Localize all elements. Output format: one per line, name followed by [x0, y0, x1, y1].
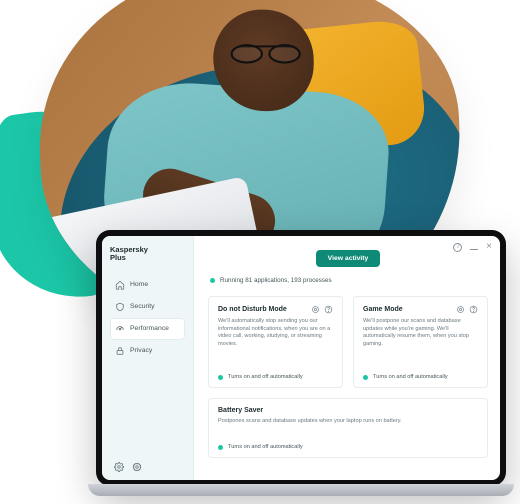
main-panel: × View activity Running 81 applications,…	[194, 236, 500, 480]
status-dot-icon	[210, 278, 215, 283]
support-icon[interactable]	[132, 462, 142, 472]
sidebar-item-performance[interactable]: Performance	[110, 318, 185, 340]
help-icon[interactable]	[324, 305, 333, 314]
sidebar-footer	[110, 458, 185, 474]
view-activity-button[interactable]: View activity	[316, 250, 381, 267]
brand: Kaspersky Plus	[110, 246, 185, 262]
sidebar-item-privacy[interactable]: Privacy	[110, 340, 185, 362]
card-title: Game Mode	[363, 306, 403, 313]
status-dot-icon	[218, 375, 223, 380]
card-title: Do not Disturb Mode	[218, 306, 287, 313]
gear-icon[interactable]	[311, 305, 320, 314]
laptop-base	[88, 484, 514, 496]
minimize-icon[interactable]	[470, 249, 478, 250]
card-footnote: Turns on and off automatically	[228, 444, 303, 450]
card-do-not-disturb[interactable]: Do not Disturb Mode We'll automatically	[208, 296, 343, 388]
card-battery-saver[interactable]: Battery Saver Postpones scans and databa…	[208, 398, 488, 458]
sidebar-nav: Home Security Performance	[110, 274, 185, 362]
card-footnote: Turns on and off automatically	[228, 374, 303, 380]
app-window: Kaspersky Plus Home Security	[102, 236, 500, 480]
sidebar-item-label: Performance	[130, 325, 169, 332]
cards-row: Do not Disturb Mode We'll automatically	[208, 296, 488, 388]
card-title: Battery Saver	[218, 407, 263, 414]
status-dot-icon	[363, 375, 368, 380]
sidebar: Kaspersky Plus Home Security	[102, 236, 194, 480]
card-body: We'll automatically stop sending you our…	[218, 318, 333, 348]
status-text: Running 81 applications, 193 processes	[220, 277, 332, 284]
window-controls: ×	[453, 242, 492, 252]
sidebar-item-home[interactable]: Home	[110, 274, 185, 296]
lock-icon	[115, 346, 125, 356]
promo-composite: Kaspersky Plus Home Security	[0, 0, 520, 504]
help-icon[interactable]	[469, 305, 478, 314]
home-icon	[115, 280, 125, 290]
card-body: We'll postpone our scans and database up…	[363, 318, 478, 348]
help-icon[interactable]	[453, 243, 462, 252]
running-status: Running 81 applications, 193 processes	[210, 277, 488, 284]
shield-icon	[115, 302, 125, 312]
card-game-mode[interactable]: Game Mode We'll postpone our scans and	[353, 296, 488, 388]
card-body: Postpones scans and database updates whe…	[218, 418, 478, 426]
gauge-icon	[115, 324, 125, 334]
status-dot-icon	[218, 445, 223, 450]
sidebar-item-security[interactable]: Security	[110, 296, 185, 318]
gear-icon[interactable]	[456, 305, 465, 314]
sidebar-item-label: Security	[130, 303, 155, 310]
sidebar-item-label: Home	[130, 281, 148, 288]
laptop-mockup: Kaspersky Plus Home Security	[96, 230, 506, 486]
sidebar-item-label: Privacy	[130, 347, 152, 354]
brand-line-2: Plus	[110, 254, 185, 262]
gear-icon[interactable]	[114, 462, 124, 472]
close-icon[interactable]: ×	[486, 242, 492, 252]
card-footnote: Turns on and off automatically	[373, 374, 448, 380]
